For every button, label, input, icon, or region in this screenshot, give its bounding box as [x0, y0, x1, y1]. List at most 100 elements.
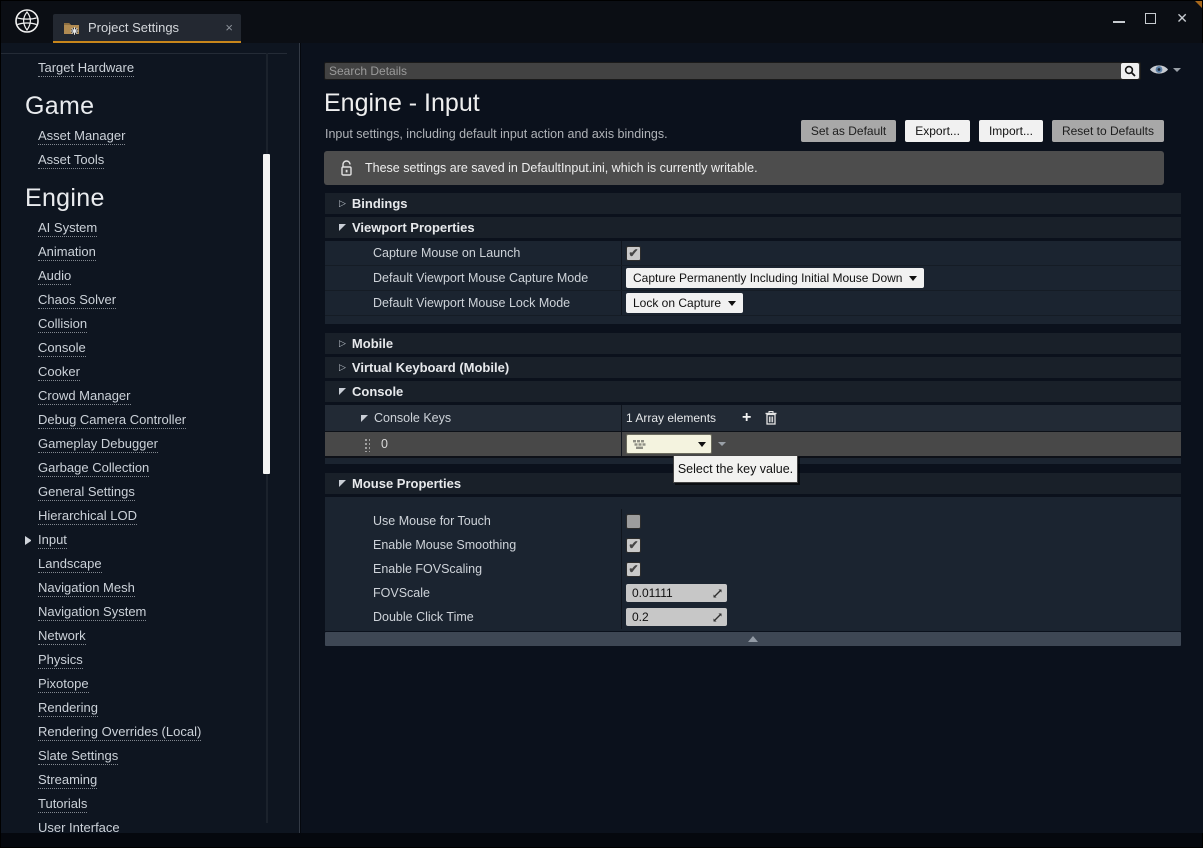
sidebar-item-animation[interactable]: Animation: [1, 240, 287, 264]
sidebar-item-cooker[interactable]: Cooker: [1, 360, 287, 384]
import-button[interactable]: Import...: [979, 120, 1043, 142]
sidebar-item-slate-settings[interactable]: Slate Settings: [1, 744, 287, 768]
chevron-down-icon: [909, 276, 917, 281]
sidebar-item-label: Animation: [38, 244, 96, 261]
eye-icon: [1149, 63, 1169, 76]
sidebar-item-rendering-overrides-local[interactable]: Rendering Overrides (Local): [1, 720, 287, 744]
collapse-panel-bar[interactable]: [325, 632, 1181, 646]
header-buttons: Set as Default Export... Import... Reset…: [801, 120, 1164, 142]
drag-slider-icon: [712, 588, 723, 599]
element-options-chevron-icon[interactable]: [718, 442, 726, 446]
search-input[interactable]: [329, 63, 1109, 79]
section-header-mobile[interactable]: ▷ Mobile: [325, 333, 1181, 354]
enable-fov-scaling-checkbox[interactable]: ✔: [626, 562, 641, 577]
sidebar-item-label: Landscape: [38, 556, 102, 573]
unreal-engine-logo-icon: [13, 7, 41, 35]
sidebar-item-label: Console: [38, 340, 86, 357]
capture-mouse-on-launch-checkbox[interactable]: ✔: [626, 246, 641, 261]
sidebar-item-garbage-collection[interactable]: Garbage Collection: [1, 456, 287, 480]
tab-label: Project Settings: [88, 20, 225, 35]
sidebar-item-ai-system[interactable]: AI System: [1, 216, 287, 240]
console-keys-row: Console Keys 1 Array elements +: [325, 405, 1181, 432]
tab-project-settings[interactable]: Project Settings ×: [53, 14, 241, 41]
add-array-element-button[interactable]: +: [742, 410, 751, 426]
export-button[interactable]: Export...: [905, 120, 970, 142]
delete-array-button[interactable]: [765, 411, 777, 425]
sidebar-item-asset-tools[interactable]: Asset Tools: [1, 148, 287, 172]
sidebar-item-input[interactable]: Input: [1, 528, 287, 552]
sidebar-item-landscape[interactable]: Landscape: [1, 552, 287, 576]
sidebar-item-gameplay-debugger[interactable]: Gameplay Debugger: [1, 432, 287, 456]
sidebar-item-label: Rendering: [38, 700, 98, 717]
reset-to-defaults-button[interactable]: Reset to Defaults: [1052, 120, 1164, 142]
sidebar-item-general-settings[interactable]: General Settings: [1, 480, 287, 504]
sidebar-item-label: Navigation System: [38, 604, 146, 621]
use-mouse-for-touch-checkbox[interactable]: ✔: [626, 514, 641, 529]
sidebar-item-label: Gameplay Debugger: [38, 436, 158, 453]
sidebar-item-hierarchical-lod[interactable]: Hierarchical LOD: [1, 504, 287, 528]
minimize-button[interactable]: [1113, 21, 1125, 23]
sidebar-item-physics[interactable]: Physics: [1, 648, 287, 672]
collapsed-arrow-icon: ▷: [339, 199, 346, 208]
property-label: Console Keys: [374, 411, 451, 425]
sidebar-scrollbar-thumb[interactable]: [263, 154, 270, 474]
tab-close-icon[interactable]: ×: [225, 20, 233, 35]
sidebar-item-pixotope[interactable]: Pixotope: [1, 672, 287, 696]
sidebar-item-user-interface[interactable]: User Interface: [1, 816, 287, 833]
section-label: Virtual Keyboard (Mobile): [352, 360, 509, 375]
section-header-viewport-properties[interactable]: Viewport Properties: [325, 217, 1181, 238]
details-panel: Engine - Input Input settings, including…: [301, 43, 1203, 833]
section-header-virtual-keyboard[interactable]: ▷ Virtual Keyboard (Mobile): [325, 357, 1181, 378]
section-header-console[interactable]: Console: [325, 381, 1181, 402]
sidebar-item-label: Navigation Mesh: [38, 580, 135, 597]
sidebar-item-navigation-mesh[interactable]: Navigation Mesh: [1, 576, 287, 600]
sidebar-item-label: Hierarchical LOD: [38, 508, 137, 525]
close-button[interactable]: ✕: [1176, 7, 1188, 29]
sidebar-item-collision[interactable]: Collision: [1, 312, 287, 336]
fov-scale-input[interactable]: 0.01111: [626, 584, 727, 602]
settings-sidebar: Target HardwareGameAsset ManagerAsset To…: [1, 43, 300, 833]
mouse-lock-mode-dropdown[interactable]: Lock on Capture: [626, 293, 743, 313]
keyboard-icon: [632, 439, 648, 450]
enable-mouse-smoothing-checkbox[interactable]: ✔: [626, 538, 641, 553]
maximize-button[interactable]: [1145, 13, 1156, 24]
sidebar-item-network[interactable]: Network: [1, 624, 287, 648]
folder-gear-icon: [63, 21, 80, 35]
config-file-notice: These settings are saved in DefaultInput…: [324, 151, 1164, 185]
sidebar-item-label: Physics: [38, 652, 83, 669]
mouse-capture-mode-dropdown[interactable]: Capture Permanently Including Initial Mo…: [626, 268, 924, 288]
expanded-arrow-icon: [339, 224, 346, 231]
sidebar-item-target-hardware[interactable]: Target Hardware: [1, 56, 287, 80]
array-count-label: 1 Array elements: [626, 411, 716, 425]
sidebar-item-label: Tutorials: [38, 796, 87, 813]
property-row-enable-fov-scaling: Enable FOVScaling ✔: [325, 557, 1181, 581]
sidebar-item-crowd-manager[interactable]: Crowd Manager: [1, 384, 287, 408]
property-label: Use Mouse for Touch: [325, 509, 621, 533]
sidebar-item-asset-manager[interactable]: Asset Manager: [1, 124, 287, 148]
sidebar-item-label: Crowd Manager: [38, 388, 131, 405]
set-as-default-button[interactable]: Set as Default: [801, 120, 896, 142]
property-row-double-click-time: Double Click Time 0.2: [325, 605, 1181, 629]
view-options-button[interactable]: [1149, 63, 1181, 76]
sidebar-item-chaos-solver[interactable]: Chaos Solver: [1, 288, 287, 312]
dropdown-value: Lock on Capture: [633, 296, 721, 310]
sidebar-item-navigation-system[interactable]: Navigation System: [1, 600, 287, 624]
sidebar-item-tutorials[interactable]: Tutorials: [1, 792, 287, 816]
section-header-bindings[interactable]: ▷ Bindings: [325, 193, 1181, 214]
drag-handle[interactable]: [364, 438, 370, 452]
section-label: Bindings: [352, 196, 408, 211]
project-settings-window: Project Settings × ✕ Target HardwareGame…: [0, 0, 1203, 848]
search-button[interactable]: [1121, 63, 1139, 79]
console-key-dropdown[interactable]: [626, 434, 712, 454]
sidebar-item-console[interactable]: Console: [1, 336, 287, 360]
sidebar-item-label: Garbage Collection: [38, 460, 149, 477]
selected-item-arrow-icon: [25, 536, 31, 545]
sidebar-item-audio[interactable]: Audio: [1, 264, 287, 288]
body: Target HardwareGameAsset ManagerAsset To…: [1, 43, 1203, 833]
sidebar-item-debug-camera-controller[interactable]: Debug Camera Controller: [1, 408, 287, 432]
sidebar-item-label: Asset Tools: [38, 152, 104, 169]
double-click-time-input[interactable]: 0.2: [626, 608, 727, 626]
sidebar-item-streaming[interactable]: Streaming: [1, 768, 287, 792]
sidebar-item-rendering[interactable]: Rendering: [1, 696, 287, 720]
page-title: Engine - Input: [324, 89, 480, 118]
